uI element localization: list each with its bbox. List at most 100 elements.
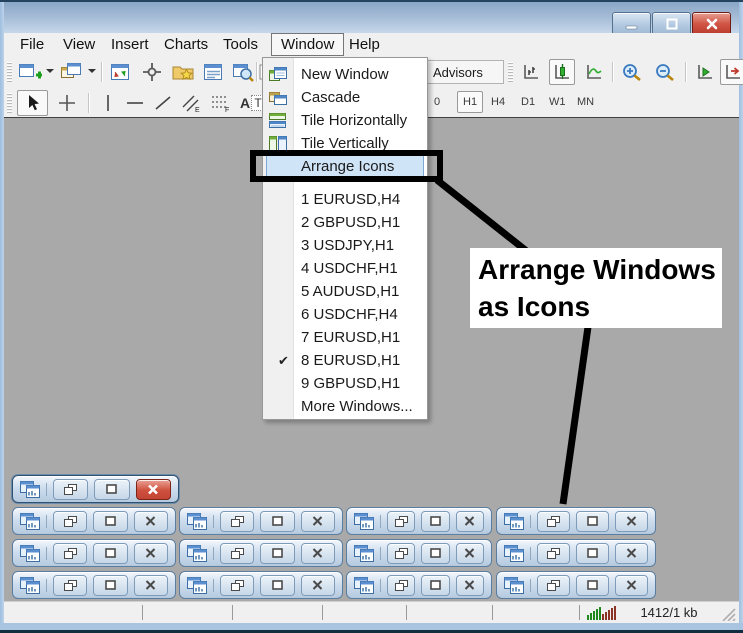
menubar-item-help[interactable]: Help [349, 34, 380, 55]
timeframe-button-d1[interactable]: D1 [521, 92, 535, 112]
minimized-window-bar[interactable] [12, 571, 176, 599]
data-window-icon[interactable] [139, 59, 165, 85]
menu-item-new-window[interactable]: New Window [295, 63, 425, 86]
fibonacci-icon[interactable]: F [208, 90, 234, 116]
restore-button[interactable] [220, 575, 254, 596]
minimized-window-bar[interactable] [346, 539, 492, 567]
profiles-icon[interactable] [58, 59, 84, 85]
restore-button[interactable] [537, 511, 570, 532]
menu-item-more-windows[interactable]: More Windows... [295, 395, 425, 418]
trendline-icon[interactable] [150, 90, 176, 116]
close-button[interactable] [301, 511, 335, 532]
toolbar-grip[interactable] [7, 62, 12, 82]
minimized-window-bar[interactable] [496, 571, 656, 599]
minimized-window-bar[interactable] [346, 507, 492, 535]
close-button[interactable] [615, 575, 648, 596]
cursor-icon[interactable] [17, 90, 48, 116]
menu-item-window-5[interactable]: 5 AUDUSD,H1 [295, 280, 425, 303]
toolbar-grip[interactable] [7, 93, 12, 113]
chart-shift-icon[interactable] [720, 59, 743, 85]
menubar-item-window[interactable]: Window [271, 33, 344, 56]
menubar-item-file[interactable]: File [20, 34, 44, 55]
restore-button[interactable] [387, 575, 415, 596]
line-chart-icon[interactable] [581, 59, 607, 85]
restore-button[interactable] [387, 543, 415, 564]
crosshair-icon[interactable] [54, 90, 80, 116]
minimized-window-bar[interactable] [496, 507, 656, 535]
maximize-button[interactable] [260, 543, 294, 564]
vertical-line-icon[interactable] [95, 90, 121, 116]
toolbar-grip[interactable] [508, 62, 513, 82]
maximize-button[interactable] [576, 543, 609, 564]
close-button[interactable] [301, 575, 335, 596]
menu-item-window-1[interactable]: 1 EURUSD,H4 [295, 188, 425, 211]
close-button[interactable] [456, 511, 484, 532]
new-chart-icon[interactable] [17, 59, 43, 85]
menubar-item-insert[interactable]: Insert [111, 34, 149, 55]
menu-item-window-2[interactable]: 2 GBPUSD,H1 [295, 211, 425, 234]
timeframe-m30-fragment[interactable]: 0 [434, 96, 440, 108]
minimized-window-bar[interactable] [179, 539, 343, 567]
timeframe-button-h4[interactable]: H4 [491, 92, 505, 112]
minimized-window-bar[interactable] [179, 571, 343, 599]
maximize-button[interactable] [421, 543, 449, 564]
timeframe-button-h1[interactable]: H1 [457, 91, 483, 113]
profiles-dropdown-icon[interactable] [88, 69, 96, 73]
minimized-window-bar[interactable] [12, 539, 176, 567]
expert-advisors-button[interactable]: Advisors [428, 60, 504, 84]
horizontal-line-icon[interactable] [122, 90, 148, 116]
resize-grip-icon[interactable] [722, 608, 736, 621]
maximize-button[interactable] [93, 575, 127, 596]
maximize-button[interactable] [576, 575, 609, 596]
candlestick-chart-icon[interactable] [549, 59, 575, 85]
restore-button[interactable] [220, 543, 254, 564]
strategy-tester-icon[interactable] [230, 59, 256, 85]
close-button[interactable] [134, 543, 168, 564]
equidistant-channel-icon[interactable]: E [178, 90, 204, 116]
menu-item-window-9[interactable]: 9 GBPUSD,H1 [295, 372, 425, 395]
close-button[interactable] [134, 511, 168, 532]
maximize-button[interactable] [93, 543, 127, 564]
bar-chart-icon[interactable] [518, 59, 544, 85]
timeframe-button-mn[interactable]: MN [577, 92, 594, 112]
menu-item-tile-horizontally[interactable]: Tile Horizontally [295, 109, 425, 132]
minimized-window-bar[interactable] [12, 507, 176, 535]
restore-button[interactable] [53, 575, 87, 596]
minimized-window-bar[interactable] [346, 571, 492, 599]
close-button[interactable] [301, 543, 335, 564]
restore-button[interactable] [53, 479, 88, 500]
maximize-button[interactable] [93, 511, 127, 532]
restore-button[interactable] [387, 511, 415, 532]
timeframe-button-w1[interactable]: W1 [549, 92, 566, 112]
maximize-button[interactable] [94, 479, 129, 500]
maximize-button[interactable] [421, 511, 449, 532]
minimized-window-bar[interactable] [12, 475, 179, 503]
maximize-button[interactable] [576, 511, 609, 532]
close-button[interactable] [615, 511, 648, 532]
restore-button[interactable] [537, 575, 570, 596]
restore-button[interactable] [537, 543, 570, 564]
minimized-window-bar[interactable] [179, 507, 343, 535]
close-button[interactable] [456, 543, 484, 564]
menu-item-window-3[interactable]: 3 USDJPY,H1 [295, 234, 425, 257]
menu-item-window-7[interactable]: 7 EURUSD,H1 [295, 326, 425, 349]
maximize-button[interactable] [260, 575, 294, 596]
maximize-button[interactable] [260, 511, 294, 532]
minimized-window-bar[interactable] [496, 539, 656, 567]
close-button[interactable] [134, 575, 168, 596]
restore-button[interactable] [220, 511, 254, 532]
market-watch-icon[interactable] [107, 59, 133, 85]
close-button[interactable] [615, 543, 648, 564]
menu-item-window-8[interactable]: 8 EURUSD,H1✔ [295, 349, 425, 372]
auto-scroll-icon[interactable] [692, 59, 718, 85]
menu-item-cascade[interactable]: Cascade [295, 86, 425, 109]
terminal-icon[interactable] [200, 59, 226, 85]
menubar-item-charts[interactable]: Charts [164, 34, 208, 55]
restore-button[interactable] [53, 511, 87, 532]
close-button[interactable] [456, 575, 484, 596]
zoom-out-icon[interactable] [652, 59, 678, 85]
menu-item-window-6[interactable]: 6 USDCHF,H4 [295, 303, 425, 326]
close-button[interactable] [136, 479, 171, 500]
menu-item-window-4[interactable]: 4 USDCHF,H1 [295, 257, 425, 280]
restore-button[interactable] [53, 543, 87, 564]
